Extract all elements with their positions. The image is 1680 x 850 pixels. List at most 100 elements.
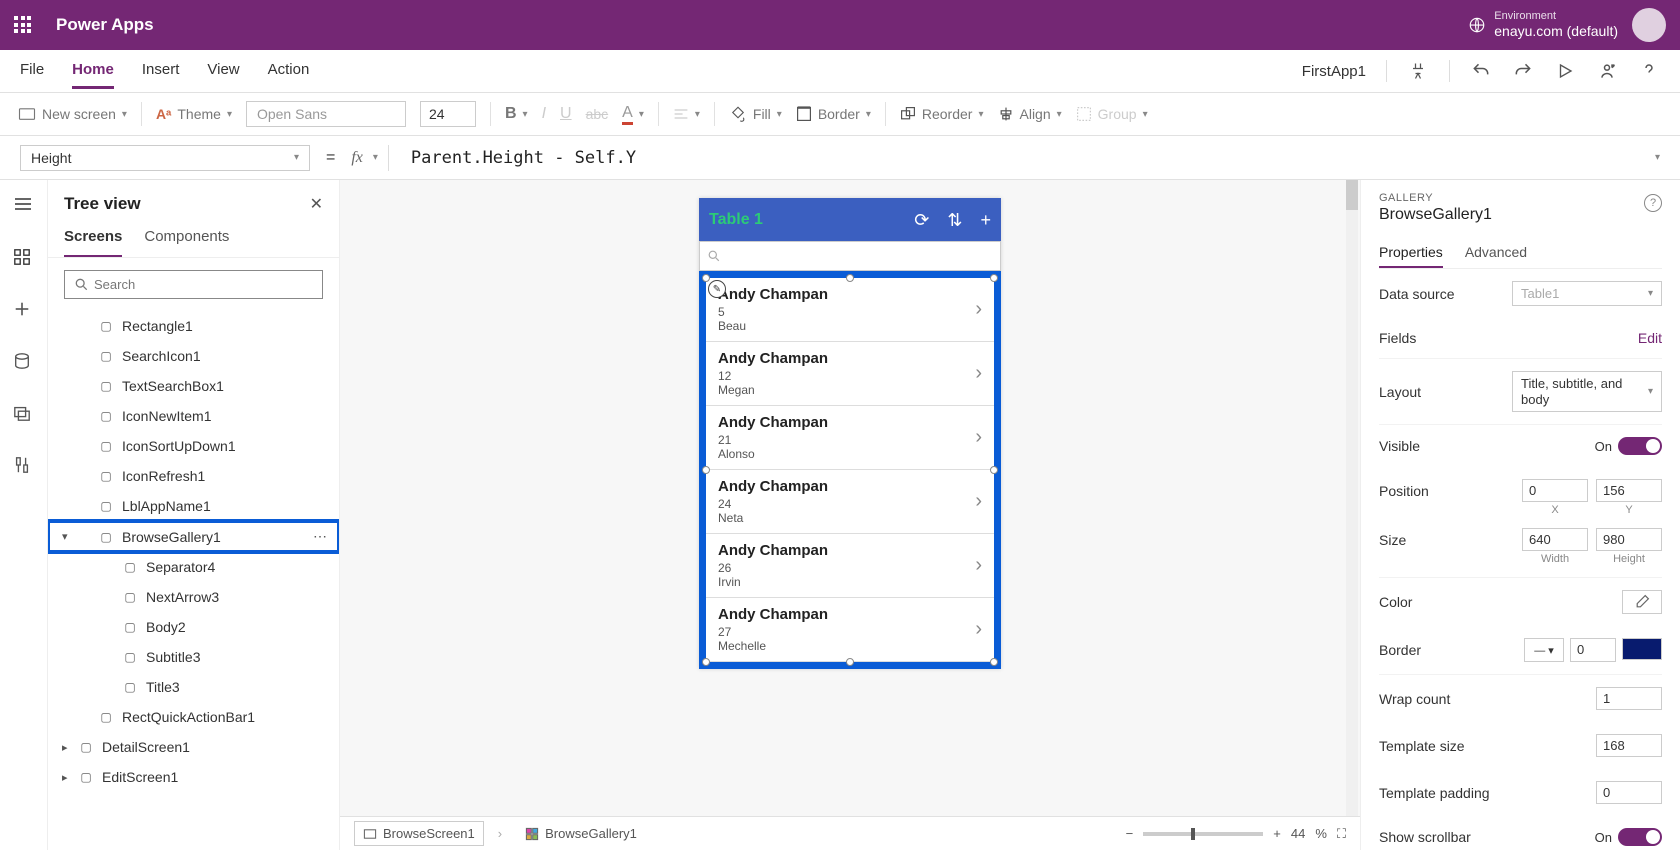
- avatar[interactable]: [1632, 8, 1666, 42]
- help-icon[interactable]: [1638, 60, 1660, 82]
- italic-button[interactable]: I: [542, 105, 546, 123]
- redo-icon[interactable]: [1512, 60, 1534, 82]
- add-icon[interactable]: +: [980, 210, 991, 231]
- visible-toggle[interactable]: [1618, 437, 1662, 455]
- fit-icon[interactable]: ⛶: [1337, 826, 1346, 842]
- underline-button[interactable]: U: [560, 105, 572, 123]
- position-y-input[interactable]: 156: [1596, 479, 1662, 502]
- tools-icon[interactable]: [13, 456, 35, 478]
- refresh-icon[interactable]: ⟳: [914, 210, 929, 231]
- chevron-right-icon[interactable]: ›: [975, 554, 982, 577]
- edit-pencil-icon[interactable]: ✎: [708, 280, 726, 298]
- gallery-item[interactable]: Andy Champan21Alonso›: [706, 406, 994, 470]
- chevron-right-icon[interactable]: ›: [975, 362, 982, 385]
- border-style-select[interactable]: — ▾: [1524, 638, 1564, 662]
- fill-button[interactable]: Fill▾: [729, 105, 782, 123]
- tree-item-RectQuickActionBar1[interactable]: ▢RectQuickActionBar1: [48, 702, 339, 732]
- environment-selector[interactable]: Environment enayu.com (default): [1468, 10, 1618, 40]
- menu-action[interactable]: Action: [268, 53, 310, 89]
- chevron-right-icon[interactable]: ›: [975, 490, 982, 513]
- gallery-item[interactable]: Andy Champan27Mechelle›: [706, 598, 994, 662]
- tree-item-LblAppName1[interactable]: ▢LblAppName1: [48, 491, 339, 521]
- browse-gallery[interactable]: ✎ Andy Champan5Beau›Andy Champan12Megan›…: [699, 271, 1001, 669]
- menu-home[interactable]: Home: [72, 53, 114, 89]
- zoom-in-icon[interactable]: +: [1273, 826, 1281, 841]
- tree-item-DetailScreen1[interactable]: ▸▢DetailScreen1: [48, 732, 339, 762]
- tab-screens[interactable]: Screens: [64, 222, 122, 257]
- menu-view[interactable]: View: [207, 53, 239, 89]
- tree-view-icon[interactable]: [13, 248, 35, 270]
- height-input[interactable]: 980: [1596, 528, 1662, 551]
- font-select[interactable]: Open Sans: [246, 101, 406, 127]
- chevron-right-icon[interactable]: ›: [975, 618, 982, 641]
- font-color-button[interactable]: A▾: [622, 104, 644, 125]
- wrap-count-input[interactable]: 1: [1596, 687, 1662, 710]
- waffle-icon[interactable]: [14, 16, 32, 34]
- position-x-input[interactable]: 0: [1522, 479, 1588, 502]
- tree-item-TextSearchBox1[interactable]: ▢TextSearchBox1: [48, 371, 339, 401]
- phone-searchbox[interactable]: [699, 241, 1001, 271]
- tree-item-IconSortUpDown1[interactable]: ▢IconSortUpDown1: [48, 431, 339, 461]
- reorder-button[interactable]: Reorder▾: [900, 106, 984, 122]
- layout-select[interactable]: Title, subtitle, and body▾: [1512, 371, 1662, 412]
- tab-advanced[interactable]: Advanced: [1465, 238, 1527, 268]
- phone-preview[interactable]: Table 1 ⟳ ⇅ + ✎ Andy Champan5Beau›Andy C…: [699, 198, 1001, 669]
- bold-button[interactable]: B▾: [505, 105, 528, 123]
- gallery-item[interactable]: Andy Champan26Irvin›: [706, 534, 994, 598]
- menu-file[interactable]: File: [20, 53, 44, 89]
- app-checker-icon[interactable]: [1407, 60, 1429, 82]
- strike-button[interactable]: abc: [586, 106, 609, 122]
- insert-icon[interactable]: [13, 300, 35, 322]
- tab-components[interactable]: Components: [144, 222, 229, 257]
- formula-input[interactable]: Parent.Height - Self.Y: [399, 148, 1645, 168]
- border-width-input[interactable]: 0: [1570, 638, 1616, 662]
- tree-item-NextArrow3[interactable]: ▢NextArrow3: [48, 582, 339, 612]
- align-text-button[interactable]: ▾: [673, 107, 700, 121]
- tree-item-EditScreen1[interactable]: ▸▢EditScreen1: [48, 762, 339, 792]
- play-icon[interactable]: [1554, 60, 1576, 82]
- share-icon[interactable]: [1596, 60, 1618, 82]
- template-padding-input[interactable]: 0: [1596, 781, 1662, 804]
- property-select[interactable]: Height ▾: [20, 145, 310, 171]
- canvas-scrollbar[interactable]: [1346, 180, 1358, 816]
- theme-button[interactable]: Aᵃ Theme ▾: [156, 106, 232, 122]
- tree-item-IconRefresh1[interactable]: ▢IconRefresh1: [48, 461, 339, 491]
- color-picker[interactable]: [1622, 590, 1662, 614]
- zoom-out-icon[interactable]: −: [1126, 826, 1134, 841]
- media-icon[interactable]: [13, 404, 35, 426]
- font-size-select[interactable]: 24: [420, 101, 476, 127]
- tree-item-Title3[interactable]: ▢Title3: [48, 672, 339, 702]
- hamburger-icon[interactable]: [13, 196, 35, 218]
- tree-item-Separator4[interactable]: ▢Separator4: [48, 552, 339, 582]
- tree-item-SearchIcon1[interactable]: ▢SearchIcon1: [48, 341, 339, 371]
- gallery-item[interactable]: Andy Champan12Megan›: [706, 342, 994, 406]
- tree-search[interactable]: Search: [64, 270, 323, 299]
- tree-item-Body2[interactable]: ▢Body2: [48, 612, 339, 642]
- data-source-select[interactable]: Table1▾: [1512, 281, 1662, 306]
- new-screen-button[interactable]: New screen ▾: [18, 106, 127, 122]
- scrollbar-toggle[interactable]: [1618, 828, 1662, 846]
- breadcrumb-gallery[interactable]: BrowseGallery1: [516, 821, 646, 846]
- chevron-right-icon[interactable]: ›: [975, 426, 982, 449]
- tree-item-IconNewItem1[interactable]: ▢IconNewItem1: [48, 401, 339, 431]
- help-circle-icon[interactable]: ?: [1644, 194, 1662, 212]
- gallery-item[interactable]: Andy Champan24Neta›: [706, 470, 994, 534]
- border-color-swatch[interactable]: [1622, 638, 1662, 660]
- edit-fields-link[interactable]: Edit: [1638, 330, 1662, 346]
- tab-properties[interactable]: Properties: [1379, 238, 1443, 268]
- gallery-item[interactable]: Andy Champan5Beau›: [706, 278, 994, 342]
- align-button[interactable]: Align▾: [998, 106, 1062, 122]
- menu-insert[interactable]: Insert: [142, 53, 180, 89]
- chevron-right-icon[interactable]: ›: [975, 298, 982, 321]
- close-icon[interactable]: ✕: [310, 194, 323, 214]
- width-input[interactable]: 640: [1522, 528, 1588, 551]
- border-button[interactable]: Border▾: [796, 106, 871, 122]
- undo-icon[interactable]: [1470, 60, 1492, 82]
- group-button[interactable]: Group▾: [1076, 106, 1148, 122]
- template-size-input[interactable]: 168: [1596, 734, 1662, 757]
- tree-item-BrowseGallery1[interactable]: ▾▢BrowseGallery1⋯: [48, 521, 339, 552]
- sort-icon[interactable]: ⇅: [947, 210, 962, 231]
- tree-item-Subtitle3[interactable]: ▢Subtitle3: [48, 642, 339, 672]
- breadcrumb-screen[interactable]: BrowseScreen1: [354, 821, 484, 846]
- formula-expand-icon[interactable]: ▾: [1655, 152, 1660, 163]
